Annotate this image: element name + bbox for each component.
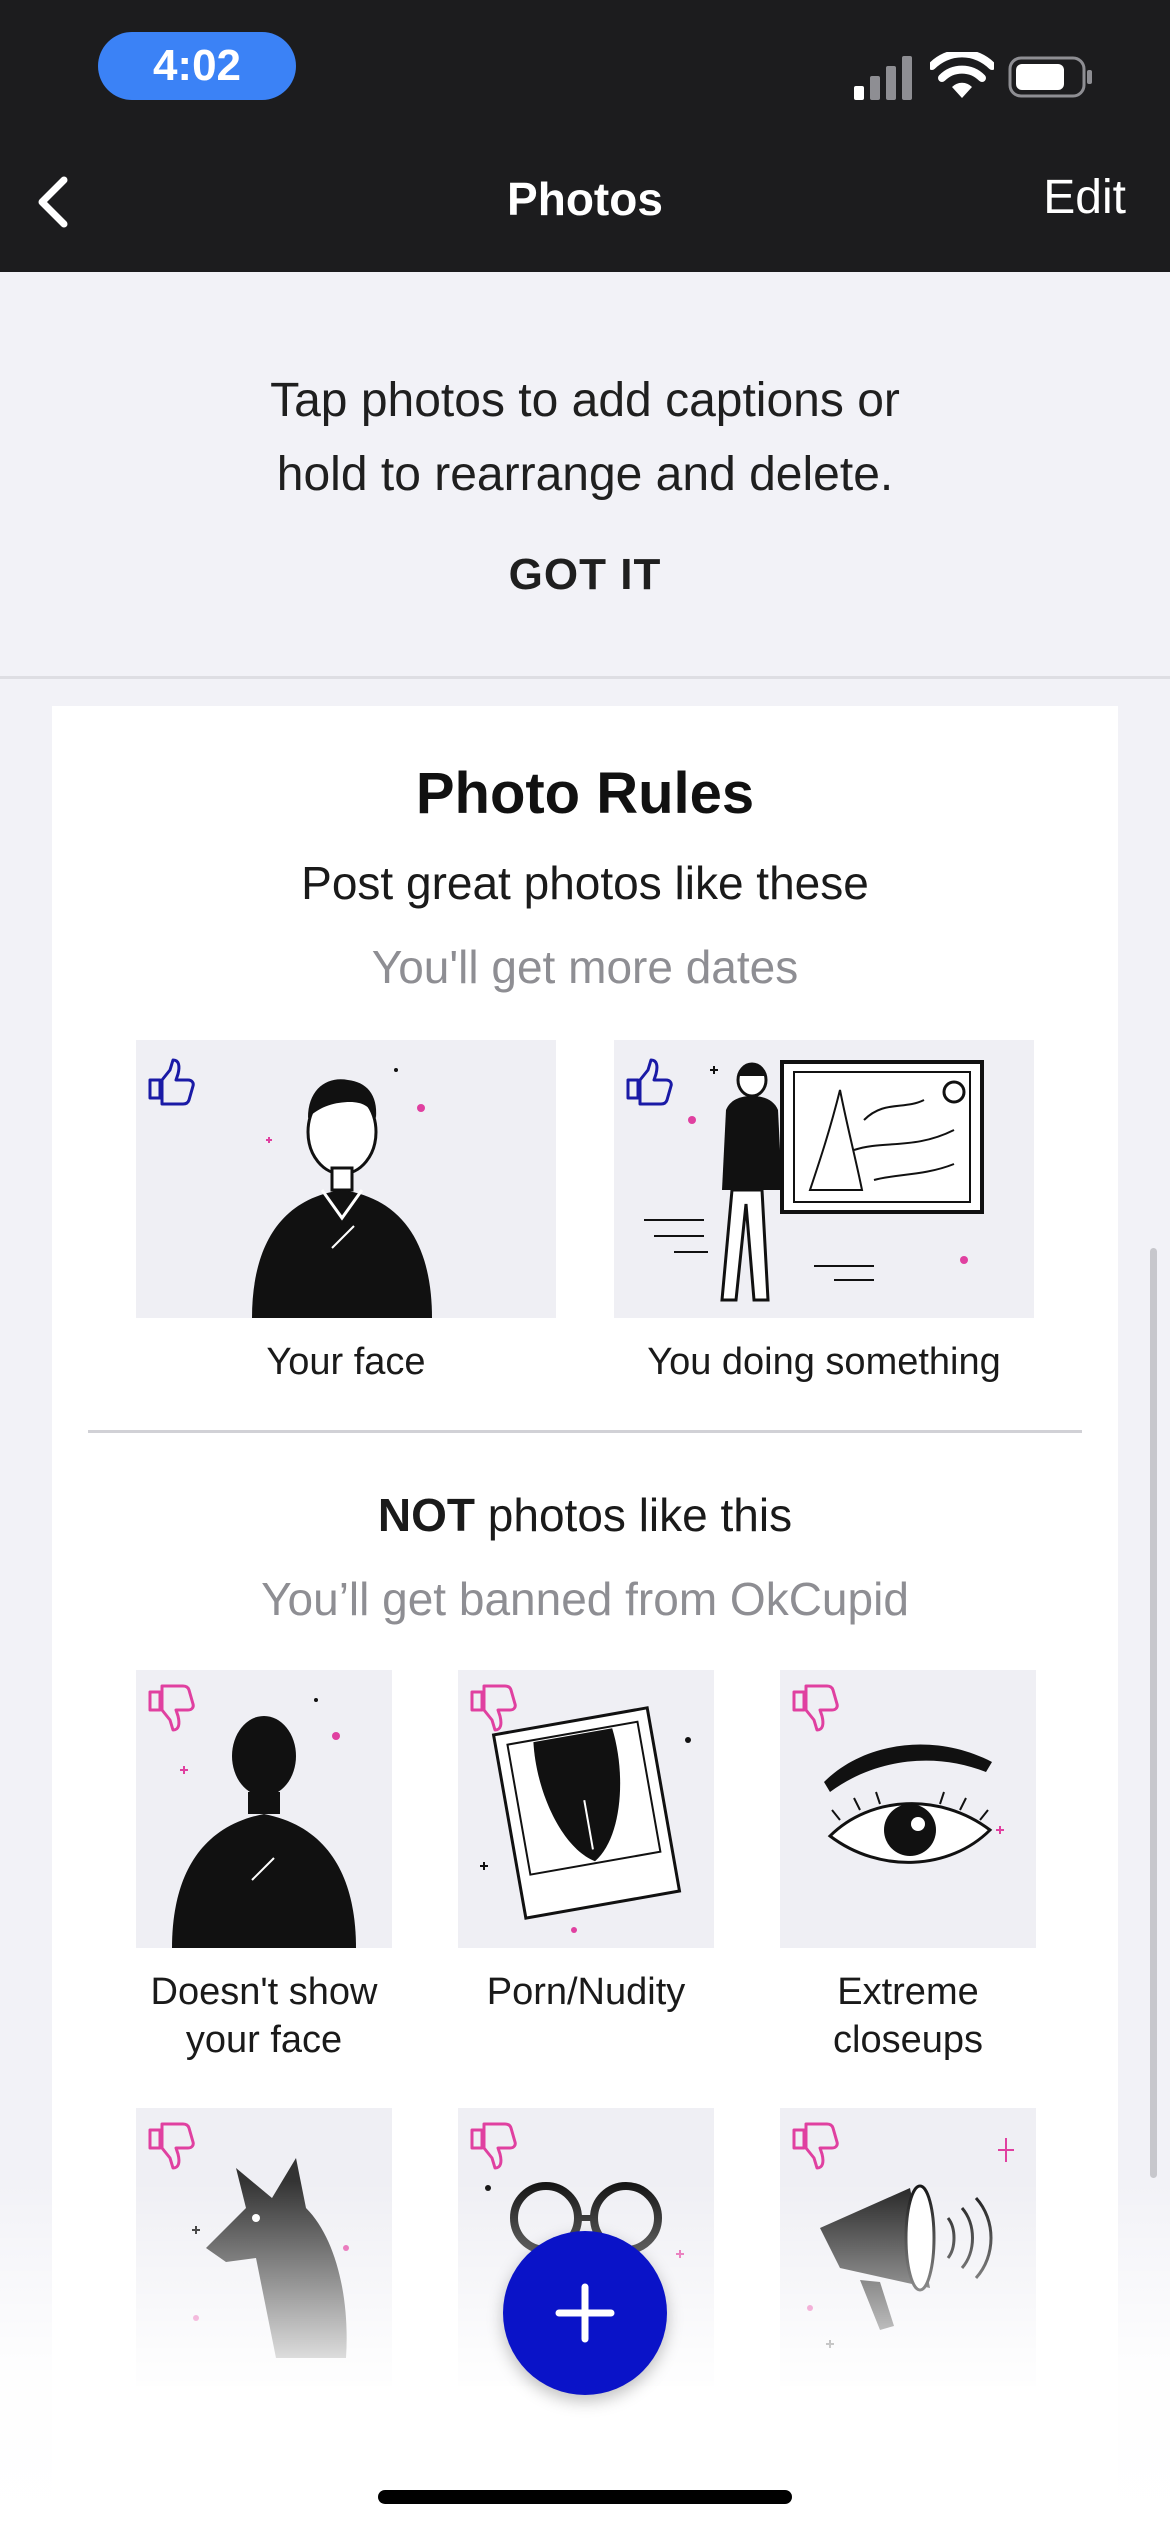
tip-line-1: Tap photos to add captions or <box>270 374 900 427</box>
face-illustration <box>148 1058 432 1318</box>
good-photos-heading: Post great photos like these <box>301 857 869 909</box>
got-it-button[interactable]: GOT IT <box>0 550 1170 600</box>
caption-no-face-line-2: your face <box>185 2019 343 2061</box>
scrollbar[interactable] <box>1150 1248 1157 2178</box>
caption-closeups-line-2: closeups <box>833 2019 983 2061</box>
add-photo-button[interactable] <box>503 2231 667 2395</box>
example-no-face <box>136 1670 392 1948</box>
caption-nudity: Porn/Nudity <box>434 1968 738 2016</box>
caption-closeups-line-1: Extreme <box>837 1971 979 2013</box>
status-bar: 4:02 <box>0 0 1170 130</box>
thumbs-down-icon <box>792 1684 839 1732</box>
caption-nudity-line-1: Porn/Nudity <box>486 1971 686 2013</box>
photo-rules-title: Photo Rules <box>415 761 755 826</box>
edit-button[interactable]: Edit <box>1043 170 1126 225</box>
thumbs-up-icon <box>148 1058 195 1106</box>
plus-icon <box>555 2283 615 2343</box>
battery-icon <box>1008 56 1092 98</box>
thumbs-up-icon <box>626 1058 673 1106</box>
bad-heading-rest: photos like this <box>475 1489 793 1541</box>
caption-doing-something: You doing something <box>647 1341 1001 1383</box>
example-closeups <box>780 1670 1036 1948</box>
back-of-head-illustration <box>148 1684 356 1948</box>
thumbs-down-icon <box>148 2122 195 2170</box>
section-divider <box>88 1430 1082 1433</box>
thumbs-down-icon <box>792 2122 839 2170</box>
polaroid-illustration <box>470 1684 691 1933</box>
cellular-signal-icon <box>854 56 912 100</box>
home-indicator[interactable] <box>378 2490 792 2504</box>
tip-line-2: hold to rearrange and delete. <box>276 448 894 501</box>
caption-closeups: Extreme closeups <box>756 1968 1060 2064</box>
example-nudity <box>458 1670 714 1948</box>
tip-message: Tap photos to add captions or hold to re… <box>160 364 1010 512</box>
page-title: Photos <box>507 173 663 225</box>
thumbs-down-icon <box>148 1684 195 1732</box>
bad-photos-hint: You’ll get banned from OkCupid <box>261 1573 909 1625</box>
bad-heading-bold: NOT <box>377 1489 476 1541</box>
eye-illustration <box>792 1684 1004 1864</box>
nav-bar: Photos Edit <box>0 130 1170 272</box>
status-time: 4:02 <box>98 32 296 100</box>
thumbs-down-icon <box>470 2122 517 2170</box>
example-doing-something <box>614 1040 1034 1318</box>
caption-no-face: Doesn't show your face <box>112 1968 416 2064</box>
thumbs-down-icon <box>470 1684 517 1732</box>
example-your-face <box>136 1040 556 1318</box>
wifi-icon <box>930 52 994 98</box>
good-photos-hint: You'll get more dates <box>371 941 799 993</box>
caption-your-face: Your face <box>266 1341 426 1383</box>
bad-photos-heading: NOT photos like this <box>52 1488 1118 1542</box>
tip-banner: Tap photos to add captions or hold to re… <box>0 272 1170 679</box>
doing-something-illustration <box>626 1058 984 1302</box>
caption-no-face-line-1: Doesn't show <box>150 1971 378 2013</box>
